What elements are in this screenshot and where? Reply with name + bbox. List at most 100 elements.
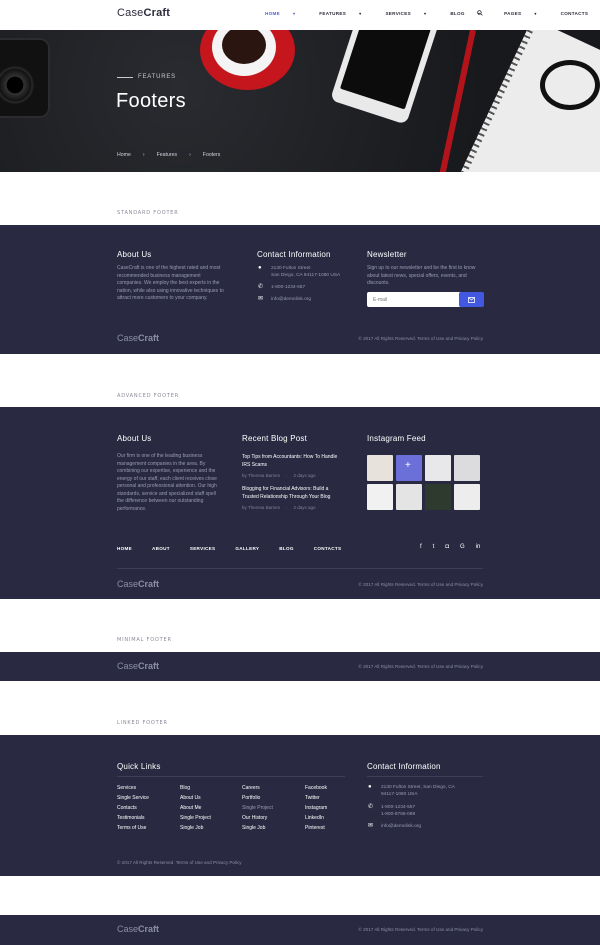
about-title: About Us <box>117 434 152 443</box>
chevron-right-icon: › <box>189 152 191 158</box>
link-item[interactable]: Careers <box>242 783 273 793</box>
twitter-icon[interactable]: t <box>433 544 435 550</box>
nav-home[interactable]: HOME ▾ <box>265 11 307 16</box>
instagram-icon[interactable]: ◘ <box>445 544 449 550</box>
copyright-text: © 2017 All Rights Reserved. Terms of Use… <box>117 860 242 865</box>
nav-label: SERVICES <box>385 11 411 16</box>
footer-logo[interactable]: CaseCraft <box>117 661 159 671</box>
logo-light-text: Case <box>117 579 139 589</box>
phone-icon: ✆ <box>368 804 374 810</box>
google-icon[interactable]: G <box>460 544 465 550</box>
post-title[interactable]: Blogging for Financial Advisors: Build a… <box>242 486 345 501</box>
links-column-1: Services Single Service Contacts Testimo… <box>117 783 149 833</box>
footer-nav-gallery[interactable]: GALLERY <box>235 546 259 551</box>
address-line: 94117-1080 USA <box>381 792 418 797</box>
footer-nav-contacts[interactable]: CONTACTS <box>314 546 342 551</box>
footer-logo[interactable]: CaseCraft <box>117 924 159 934</box>
link-item[interactable]: Blog <box>180 783 211 793</box>
nav-contacts[interactable]: CONTACTS <box>561 11 600 16</box>
logo-bold-text: Craft <box>138 661 160 671</box>
instagram-photo[interactable] <box>454 455 480 481</box>
blog-post[interactable]: Top Tips from Accountants: How To Handle… <box>242 454 342 478</box>
nav-services[interactable]: SERVICES ▾ <box>385 11 438 16</box>
footer-nav: HOME ABOUT SERVICES GALLERY BLOG CONTACT… <box>117 546 341 551</box>
instagram-photo[interactable] <box>367 484 393 510</box>
copyright-text: © 2017 All Rights Reserved. Terms of Use… <box>358 336 483 341</box>
phone-line: 1-800-1234-567 <box>381 805 416 810</box>
nav-blog[interactable]: BLOG ▾ <box>450 11 492 16</box>
logo-light-text: Case <box>117 7 144 19</box>
phone-text: 1-800-1234-567 1-800-8765-098 <box>381 804 415 818</box>
newsletter-email-input[interactable]: E-mail <box>367 292 462 307</box>
chevron-down-icon: ▾ <box>534 11 537 16</box>
linkedin-icon[interactable]: in <box>476 544 481 550</box>
link-item[interactable]: LinkedIn <box>305 813 327 823</box>
logo-light-text: Case <box>117 924 139 934</box>
instagram-photo[interactable]: + <box>396 455 422 481</box>
nav-features[interactable]: FEATURES ▾ <box>319 11 373 16</box>
link-item[interactable]: Facebook <box>305 783 327 793</box>
post-time: 2 days ago <box>293 473 316 478</box>
email-text: info@demolink.org <box>271 297 312 302</box>
linked-footer: Quick Links Services Single Service Cont… <box>0 735 600 876</box>
email-item[interactable]: ✉ info@demolink.org <box>368 823 421 831</box>
blog-post[interactable]: Blogging for Financial Advisors: Build a… <box>242 486 345 510</box>
footer-logo[interactable]: CaseCraft <box>117 333 159 343</box>
footer-logo[interactable]: CaseCraft <box>117 579 159 589</box>
instagram-photo[interactable] <box>425 484 451 510</box>
link-item[interactable]: Terms of Use <box>117 823 149 833</box>
link-item[interactable]: Services <box>117 783 149 793</box>
link-item[interactable]: Our History <box>242 813 273 823</box>
instagram-photo[interactable] <box>396 484 422 510</box>
minimal-footer: CaseCraft © 2017 All Rights Reserved. Te… <box>0 652 600 681</box>
copyright-text: © 2017 All Rights Reserved. Terms of Use… <box>358 582 483 587</box>
search-icon[interactable] <box>477 10 483 16</box>
link-item[interactable]: Pinterest <box>305 823 327 833</box>
bottom-footer: CaseCraft © 2017 All Rights Reserved. Te… <box>0 915 600 945</box>
email-item[interactable]: ✉ info@demolink.org <box>258 296 311 304</box>
chevron-right-icon: › <box>142 152 145 158</box>
link-item[interactable]: Single Job <box>180 823 211 833</box>
link-item[interactable]: Single Project <box>242 803 273 813</box>
link-item[interactable]: Testimonials <box>117 813 149 823</box>
section-label-advanced: ADVANCED FOOTER <box>117 393 179 399</box>
phone-item[interactable]: ✆ 1-800-1234-567 1-800-8765-098 <box>368 804 415 818</box>
address-line: 2130 Fulton Street <box>271 266 311 271</box>
plus-icon: + <box>405 460 411 471</box>
subscribe-button[interactable] <box>459 292 484 307</box>
logo-bold-text: Craft <box>138 579 160 589</box>
logo-bold-text: Craft <box>138 333 160 343</box>
site-logo[interactable]: CaseCraft <box>117 7 170 19</box>
instagram-photo[interactable] <box>425 455 451 481</box>
nav-pages[interactable]: PAGES ▾ <box>504 11 549 16</box>
nav-label: FEATURES <box>319 11 347 16</box>
address-item: ● 2130 Fulton Street San Diego, CA 94117-1… <box>258 265 340 279</box>
breadcrumb-home[interactable]: Home <box>117 152 131 158</box>
post-title[interactable]: Top Tips from Accountants: How To Handle… <box>242 454 342 469</box>
link-item[interactable]: About Me <box>180 803 211 813</box>
address-line: 2130 Fulton Street, San Diego, CA <box>381 785 455 790</box>
instagram-photo[interactable] <box>454 484 480 510</box>
link-item[interactable]: Contacts <box>117 803 149 813</box>
link-item[interactable]: Single Project <box>180 813 211 823</box>
footer-nav-about[interactable]: ABOUT <box>152 546 170 551</box>
section-label-minimal: MINIMAL FOOTER <box>117 637 172 643</box>
footer-nav-blog[interactable]: BLOG <box>279 546 293 551</box>
instagram-photo[interactable] <box>367 455 393 481</box>
link-item[interactable]: Single Service <box>117 793 149 803</box>
footer-nav-home[interactable]: HOME <box>117 546 132 551</box>
breadcrumb-features[interactable]: Features <box>157 152 177 158</box>
links-column-4: Facebook Twitter Instagram LinkedIn Pint… <box>305 783 327 833</box>
link-item[interactable]: Portfolio <box>242 793 273 803</box>
facebook-icon[interactable]: f <box>420 544 422 550</box>
link-item[interactable]: Single Job <box>242 823 273 833</box>
footer-nav-services[interactable]: SERVICES <box>190 546 216 551</box>
link-item[interactable]: Instagram <box>305 803 327 813</box>
link-item[interactable]: Twitter <box>305 793 327 803</box>
chevron-down-icon: ▾ <box>359 11 362 16</box>
phone-item[interactable]: ✆ 1-800-1234-567 <box>258 284 305 292</box>
links-column-2: Blog About Us About Me Single Project Si… <box>180 783 211 833</box>
location-pin-icon: ● <box>258 265 262 271</box>
address-text: 2130 Fulton Street San Diego, CA 94117-10… <box>271 265 340 279</box>
link-item[interactable]: About Us <box>180 793 211 803</box>
